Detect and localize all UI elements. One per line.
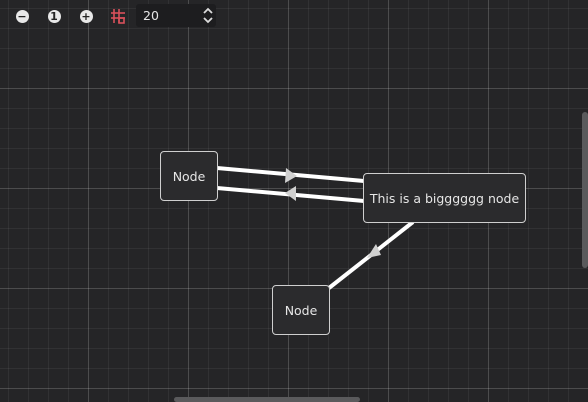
node-label: Node bbox=[284, 302, 318, 318]
node-label: Node bbox=[172, 168, 206, 184]
reset-zoom-icon: 1 bbox=[47, 9, 61, 23]
zoom-reset-button[interactable]: 1 bbox=[43, 5, 65, 27]
connection-arrow-icon bbox=[285, 168, 297, 183]
zoom-in-button[interactable]: + bbox=[75, 5, 97, 27]
up-down-arrows-icon[interactable] bbox=[200, 4, 216, 27]
snap-distance-value[interactable]: 20 bbox=[136, 8, 200, 23]
zoom-out-button[interactable]: − bbox=[11, 5, 33, 27]
graph-canvas[interactable]: Node This is a bigggggg node Node bbox=[0, 0, 588, 402]
graph-node[interactable]: Node bbox=[160, 151, 218, 201]
connection-arrow-icon bbox=[285, 186, 296, 201]
horizontal-scrollbar[interactable] bbox=[174, 397, 360, 402]
snap-toggle-button[interactable] bbox=[107, 5, 129, 27]
node-label: This is a bigggggg node bbox=[369, 190, 520, 206]
grid-snap-icon bbox=[111, 9, 125, 24]
plus-circle-icon: + bbox=[79, 9, 93, 23]
snap-distance-field[interactable]: 20 bbox=[136, 4, 216, 27]
connection-arrow-icon bbox=[367, 244, 381, 258]
graph-node[interactable]: This is a bigggggg node bbox=[363, 173, 526, 223]
vertical-scrollbar[interactable] bbox=[582, 112, 588, 268]
graph-node[interactable]: Node bbox=[272, 285, 330, 335]
minus-circle-icon: − bbox=[15, 9, 29, 23]
